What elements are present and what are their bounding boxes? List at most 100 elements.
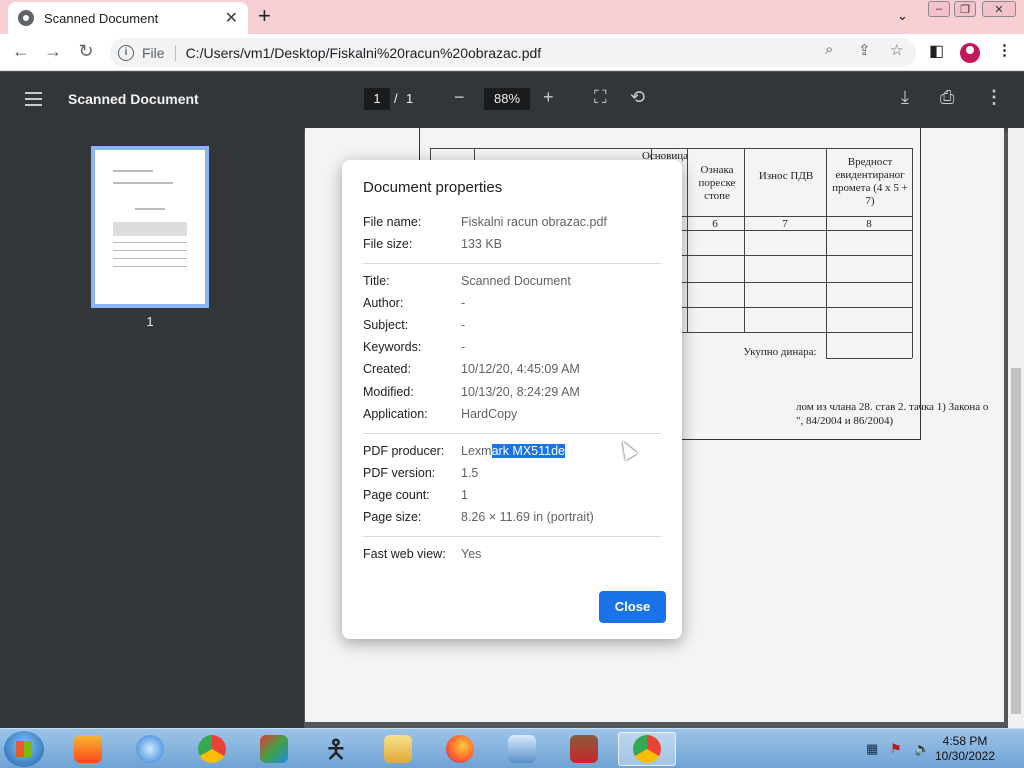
app-icon bbox=[508, 735, 536, 763]
title-label: Title: bbox=[363, 274, 390, 288]
subject-label: Subject: bbox=[363, 318, 409, 332]
taskbar: 🯅 ▦ ⚑ 🔈 4:58 PM 10/30/2022 bbox=[0, 728, 1024, 768]
producer-label: PDF producer: bbox=[363, 444, 445, 458]
thumbnail-sidebar: 1 bbox=[0, 128, 304, 728]
window-close-button[interactable]: ✕ bbox=[982, 1, 1016, 17]
tab-title: Scanned Document bbox=[44, 10, 159, 26]
fit-page-icon[interactable]: ⛶ bbox=[594, 87, 607, 108]
page-number-input[interactable]: 1 bbox=[364, 88, 390, 110]
zoom-out-icon[interactable]: − bbox=[454, 87, 465, 108]
more-actions-icon[interactable]: ⋮ bbox=[985, 87, 1003, 108]
file-name-label: File name: bbox=[363, 215, 422, 229]
taskbar-app[interactable] bbox=[498, 732, 546, 766]
new-tab-button[interactable]: + bbox=[258, 5, 271, 27]
total-label: Укупно динара: bbox=[743, 346, 817, 358]
profile-avatar[interactable] bbox=[960, 43, 980, 63]
clock-time: 4:58 PM bbox=[942, 734, 988, 748]
firefox-icon bbox=[446, 735, 474, 763]
taskbar-chrome-active[interactable] bbox=[618, 732, 676, 766]
title-row: Title: Scanned Document bbox=[363, 274, 571, 288]
col-number-6: 6 bbox=[712, 218, 718, 230]
fast-web-row: Fast web view: Yes bbox=[363, 547, 481, 561]
taskbar-racing-game[interactable] bbox=[560, 732, 608, 766]
restore-button[interactable]: ❐ bbox=[954, 1, 976, 17]
divider bbox=[363, 433, 661, 434]
chrome-icon bbox=[633, 735, 661, 763]
keywords-label: Keywords: bbox=[363, 340, 422, 354]
url-scheme: File bbox=[142, 44, 176, 61]
version-label: PDF version: bbox=[363, 466, 436, 480]
created-label: Created: bbox=[363, 362, 411, 376]
producer-value[interactable]: Lexmark MX511de bbox=[461, 444, 565, 458]
hamburger-menu-icon[interactable] bbox=[25, 92, 42, 106]
document-properties-dialog: Document properties File name: Fiskalni … bbox=[342, 160, 682, 639]
bookmark-star-icon[interactable]: ☆ bbox=[890, 41, 903, 59]
share-icon[interactable]: ⇪ bbox=[858, 41, 871, 59]
col-value-header: Вредност евидентираног промета (4 x 5 + … bbox=[832, 156, 908, 207]
version-value: 1.5 bbox=[461, 466, 479, 480]
taskbar-firefox[interactable] bbox=[436, 732, 484, 766]
footer-line-1: лом из члана 28. став 2. тачка 1) Закона… bbox=[796, 401, 989, 413]
file-name-value: Fiskalni racun obrazac.pdf bbox=[461, 215, 607, 229]
page-count-row: Page count: 1 bbox=[363, 488, 468, 502]
page-thumbnail[interactable] bbox=[91, 146, 209, 308]
forward-arrow-icon[interactable]: → bbox=[42, 41, 64, 62]
page-total: 1 bbox=[406, 91, 414, 106]
producer-text: Lexm bbox=[461, 444, 492, 458]
game-icon bbox=[260, 735, 288, 763]
page-count-label: Page count: bbox=[363, 488, 430, 502]
taskbar-explorer[interactable] bbox=[374, 732, 422, 766]
start-button[interactable] bbox=[4, 731, 44, 767]
network-icon[interactable]: ▦ bbox=[866, 741, 878, 757]
keywords-value: - bbox=[461, 340, 466, 354]
taskbar-thunderbird[interactable] bbox=[126, 732, 174, 766]
col-vat-header: Износ ПДВ bbox=[758, 170, 814, 182]
thunderbird-icon bbox=[136, 735, 164, 763]
producer-selected-text[interactable]: ark MX511de bbox=[491, 444, 565, 458]
tab-search-icon[interactable]: ⌄ bbox=[897, 8, 908, 24]
print-icon[interactable]: ⎙ bbox=[940, 87, 954, 108]
kebab-menu-icon[interactable]: ⋮ bbox=[997, 41, 1012, 59]
rotate-icon[interactable]: ⟲ bbox=[630, 87, 645, 108]
application-value: HardCopy bbox=[461, 407, 518, 421]
title-value: Scanned Document bbox=[461, 274, 571, 288]
reload-icon[interactable]: ↻ bbox=[75, 41, 97, 62]
download-icon[interactable]: ⤓ bbox=[901, 87, 909, 108]
page-size-row: Page size: 8.26 × 11.69 in (portrait) bbox=[363, 510, 594, 524]
subject-row: Subject: - bbox=[363, 318, 465, 332]
tab-close-icon[interactable]: ✕ bbox=[225, 8, 238, 28]
fast-web-value: Yes bbox=[461, 547, 482, 561]
side-panel-icon[interactable]: ◧ bbox=[929, 41, 944, 61]
taskbar-game[interactable] bbox=[250, 732, 298, 766]
author-row: Author: - bbox=[363, 296, 465, 310]
modified-row: Modified: 10/13/20, 8:24:29 AM bbox=[363, 385, 580, 399]
url-text[interactable]: C:/Users/vm1/Desktop/Fiskalni%20racun%20… bbox=[186, 45, 542, 61]
pdf-toolbar: Scanned Document 1 / 1 − 88% + ⛶ ⟲ ⤓ ⎙ ⋮ bbox=[0, 72, 1024, 128]
modified-value: 10/13/20, 8:24:29 AM bbox=[461, 385, 580, 399]
system-clock[interactable]: 4:58 PM 10/30/2022 bbox=[925, 734, 1005, 764]
keywords-row: Keywords: - bbox=[363, 340, 465, 354]
stickman-icon: 🯅 bbox=[324, 734, 348, 764]
minimize-button[interactable]: – bbox=[928, 1, 950, 17]
flag-icon[interactable]: ⚑ bbox=[890, 741, 902, 757]
zoom-in-icon[interactable]: + bbox=[543, 87, 554, 108]
back-arrow-icon[interactable]: ← bbox=[10, 41, 32, 62]
close-button[interactable]: Close bbox=[599, 591, 666, 623]
author-value: - bbox=[461, 296, 466, 310]
taskbar-stickman[interactable]: 🯅 bbox=[312, 732, 360, 766]
scrollbar-thumb[interactable] bbox=[1011, 368, 1021, 714]
address-bar[interactable]: i File C:/Users/vm1/Desktop/Fiskalni%20r… bbox=[110, 38, 916, 67]
viewer-scrollbar[interactable] bbox=[1008, 128, 1024, 728]
page-size-value: 8.26 × 11.69 in (portrait) bbox=[461, 510, 594, 524]
pdf-title: Scanned Document bbox=[68, 91, 199, 107]
thumbnail-page-number: 1 bbox=[146, 314, 154, 329]
info-icon[interactable]: i bbox=[118, 44, 134, 61]
taskbar-media-player[interactable] bbox=[64, 732, 112, 766]
zoom-icon[interactable]: ⌕ bbox=[825, 41, 833, 58]
zoom-input[interactable]: 88% bbox=[484, 88, 530, 110]
taskbar-chrome[interactable] bbox=[188, 732, 236, 766]
file-name-row: File name: Fiskalni racun obrazac.pdf bbox=[363, 215, 607, 229]
browser-tab[interactable]: Scanned Document ✕ bbox=[8, 2, 248, 34]
producer-row: PDF producer: Lexmark MX511de bbox=[363, 444, 565, 458]
dialog-title: Document properties bbox=[363, 179, 503, 196]
